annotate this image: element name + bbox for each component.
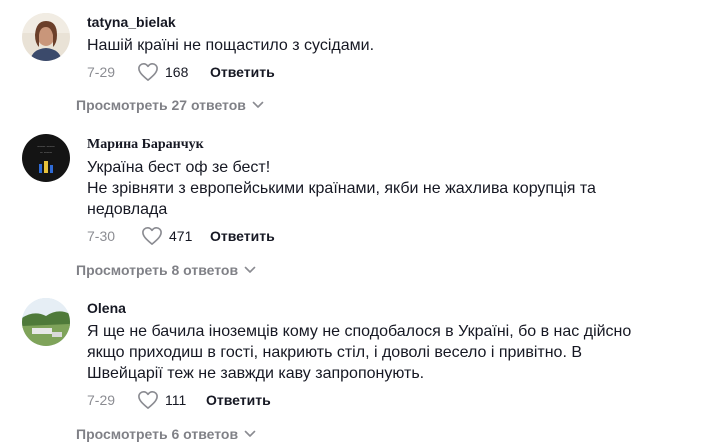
comment-text-line: Швейцарії теж не завжди каву запропонуют… <box>87 365 425 382</box>
heart-icon <box>138 391 158 409</box>
user-avatar[interactable]: ~~~ ~~~ ~ ~~~ <box>22 134 70 182</box>
like-button[interactable]: 471 <box>141 226 192 246</box>
avatar-landscape-icon <box>22 298 70 346</box>
comment-text-line: якщо приходиш в гості, накриють стіл, і … <box>87 344 583 361</box>
view-replies-label: Просмотреть 8 ответов <box>76 262 239 278</box>
svg-text:~ ~~~: ~ ~~~ <box>40 151 52 156</box>
view-replies-label: Просмотреть 6 ответов <box>76 426 239 442</box>
view-replies-button[interactable]: Просмотреть 6 ответов <box>76 426 256 442</box>
chevron-down-icon <box>244 430 256 437</box>
view-replies-button[interactable]: Просмотреть 27 ответов <box>76 97 264 113</box>
comment-date: 7-29 <box>87 392 116 408</box>
view-replies-button[interactable]: Просмотреть 8 ответов <box>76 262 256 278</box>
comment-username[interactable]: tatyna_bielak <box>87 14 176 30</box>
comment-text-line: Я ще не бачила іноземців кому не сподоба… <box>87 323 632 340</box>
reply-button[interactable]: Ответить <box>206 392 271 408</box>
avatar-photo-icon <box>22 13 70 61</box>
reply-button[interactable]: Ответить <box>210 64 275 80</box>
comment-text: Нашій країні не пощастило з сусідами. <box>87 35 687 56</box>
like-button[interactable]: 111 <box>137 390 186 410</box>
view-replies-label: Просмотреть 27 ответов <box>76 97 246 113</box>
comment-text-line: Не зрівняти з европейськими країнами, як… <box>87 180 596 197</box>
svg-text:~~~ ~~~: ~~~ ~~~ <box>37 145 55 150</box>
comment-text-line: недовлада <box>87 201 168 218</box>
comment-date: 7-30 <box>87 228 116 244</box>
avatar-image-icon: ~~~ ~~~ ~ ~~~ <box>22 134 70 182</box>
comment-text-line: Нашій країні не пощастило з сусідами. <box>87 37 375 54</box>
reply-button[interactable]: Ответить <box>210 228 275 244</box>
comment-username[interactable]: Марина Баранчук <box>87 137 204 153</box>
comment-username[interactable]: Olena <box>87 300 126 316</box>
comment-date: 7-29 <box>87 64 116 80</box>
like-count: 471 <box>169 228 193 244</box>
comment-text-line: Україна бест оф зе бест! <box>87 159 271 176</box>
heart-icon <box>142 227 162 245</box>
user-avatar[interactable] <box>22 13 70 61</box>
chevron-down-icon <box>252 101 264 108</box>
comment-text: Я ще не бачила іноземців кому не сподоба… <box>87 321 687 384</box>
comment-text: Україна бест оф зе бест! Не зрівняти з е… <box>87 157 687 220</box>
like-button[interactable]: 168 <box>137 62 188 82</box>
heart-icon <box>138 63 158 81</box>
like-count: 168 <box>165 64 189 80</box>
like-count: 111 <box>165 392 187 408</box>
chevron-down-icon <box>244 266 256 273</box>
user-avatar[interactable] <box>22 298 70 346</box>
